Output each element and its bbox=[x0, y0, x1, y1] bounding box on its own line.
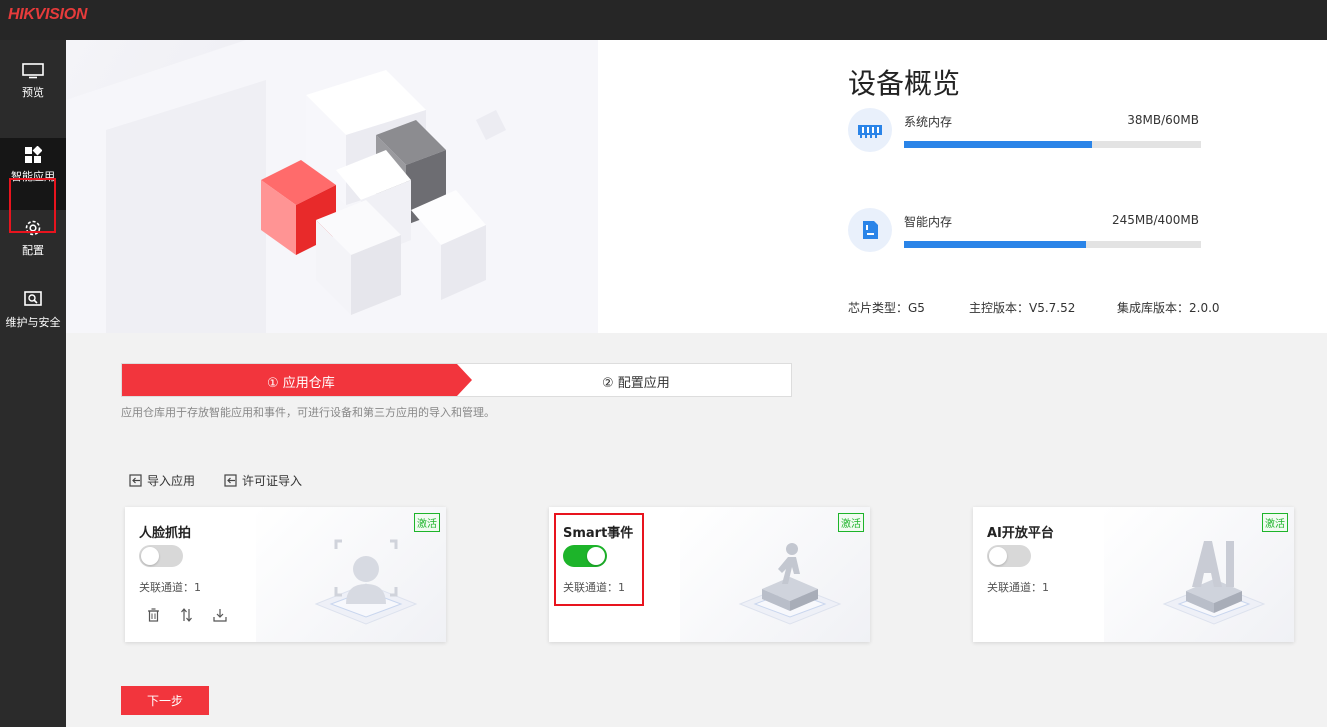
import-icon bbox=[129, 474, 142, 487]
card-title: 人脸抓拍 bbox=[139, 526, 192, 541]
download-button[interactable] bbox=[213, 607, 227, 626]
trash-icon bbox=[148, 608, 159, 622]
step-1-label: ① 应用仓库 bbox=[267, 376, 335, 391]
card-title: Smart事件 bbox=[563, 526, 634, 541]
device-overview-panel: 设备概览 系统内存 38MB/60MB 智能内存 245MB/400MB 芯片类… bbox=[66, 40, 1327, 333]
linked-channel: 关联通道：1 bbox=[987, 581, 1049, 594]
smart-memory-label: 智能内存 bbox=[904, 215, 953, 229]
card-title: AI开放平台 bbox=[987, 526, 1054, 541]
step-indicator: ① 应用仓库 ② 配置应用 bbox=[121, 363, 792, 397]
activate-badge[interactable]: 激活 bbox=[414, 513, 440, 532]
delete-button[interactable] bbox=[147, 607, 160, 626]
hero-illustration bbox=[66, 40, 598, 333]
gear-icon bbox=[25, 220, 41, 236]
library-version: 集成库版本：2.0.0 bbox=[1117, 301, 1220, 315]
import-app-label: 导入应用 bbox=[147, 474, 196, 488]
sidebar-item-maintenance[interactable]: 维护与安全 bbox=[0, 290, 66, 362]
smart-memory-value: 245MB/400MB bbox=[1111, 213, 1199, 227]
smart-event-icon bbox=[738, 543, 842, 625]
app-card-smart-event: Smart事件 关联通道：1 激活 bbox=[549, 507, 870, 642]
import-app-button[interactable]: 导入应用 bbox=[129, 472, 195, 489]
enable-toggle[interactable] bbox=[987, 545, 1031, 567]
sidebar-item-label: 预览 bbox=[22, 86, 44, 99]
download-icon bbox=[213, 609, 227, 622]
sidebar-item-label: 维护与安全 bbox=[5, 316, 61, 329]
next-step-button[interactable]: 下一步 bbox=[121, 686, 209, 715]
face-capture-icon bbox=[314, 539, 418, 625]
system-memory-progress bbox=[904, 141, 1201, 148]
brand-logo: HIKVISION bbox=[8, 6, 88, 23]
apps-grid-icon bbox=[25, 146, 42, 163]
system-memory-value: 38MB/60MB bbox=[1127, 113, 1199, 127]
linked-channel: 关联通道：1 bbox=[563, 581, 625, 594]
sidebar: 预览 智能应用 配置 维护与安全 bbox=[0, 40, 66, 727]
enable-toggle[interactable] bbox=[139, 545, 183, 567]
chip-type: 芯片类型：G5 bbox=[848, 301, 925, 315]
sort-button[interactable] bbox=[180, 607, 193, 626]
sidebar-item-label: 智能应用 bbox=[11, 170, 55, 183]
system-memory-label: 系统内存 bbox=[904, 115, 953, 129]
cubes-illustration bbox=[66, 40, 598, 333]
app-card-ai-open-platform: AI开放平台 关联通道：1 激活 bbox=[973, 507, 1294, 642]
linked-channel: 关联通道：1 bbox=[139, 581, 201, 594]
sort-arrows-icon bbox=[181, 608, 192, 622]
sidebar-item-label: 配置 bbox=[22, 244, 44, 257]
step-configure-app[interactable]: ② 配置应用 bbox=[602, 372, 670, 391]
smart-memory-progress bbox=[904, 241, 1201, 248]
sidebar-item-config[interactable]: 配置 bbox=[0, 218, 66, 290]
license-import-button[interactable]: 许可证导入 bbox=[224, 472, 302, 489]
sd-card-icon bbox=[848, 208, 892, 252]
top-bar: HIKVISION bbox=[0, 0, 1327, 40]
card-actions bbox=[147, 607, 227, 626]
page-title: 设备概览 bbox=[848, 67, 961, 100]
activate-badge[interactable]: 激活 bbox=[1262, 513, 1288, 532]
enable-toggle[interactable] bbox=[563, 545, 607, 567]
app-card-face-capture: 人脸抓拍 关联通道：1 激活 bbox=[125, 507, 446, 642]
sidebar-item-preview[interactable]: 预览 bbox=[0, 62, 66, 134]
smart-memory-progress-fill bbox=[904, 241, 1086, 248]
maintenance-icon bbox=[24, 291, 42, 306]
import-icon bbox=[224, 474, 237, 487]
activate-badge[interactable]: 激活 bbox=[838, 513, 864, 532]
memory-chip-icon bbox=[848, 108, 892, 152]
license-import-label: 许可证导入 bbox=[242, 474, 303, 488]
ai-platform-icon bbox=[1162, 541, 1266, 625]
step-description: 应用仓库用于存放智能应用和事件，可进行设备和第三方应用的导入和管理。 bbox=[121, 406, 495, 419]
monitor-icon bbox=[22, 63, 44, 79]
sidebar-item-smart-apps[interactable]: 智能应用 bbox=[0, 138, 66, 210]
system-memory-progress-fill bbox=[904, 141, 1092, 148]
main-version: 主控版本：V5.7.52 bbox=[969, 301, 1076, 315]
